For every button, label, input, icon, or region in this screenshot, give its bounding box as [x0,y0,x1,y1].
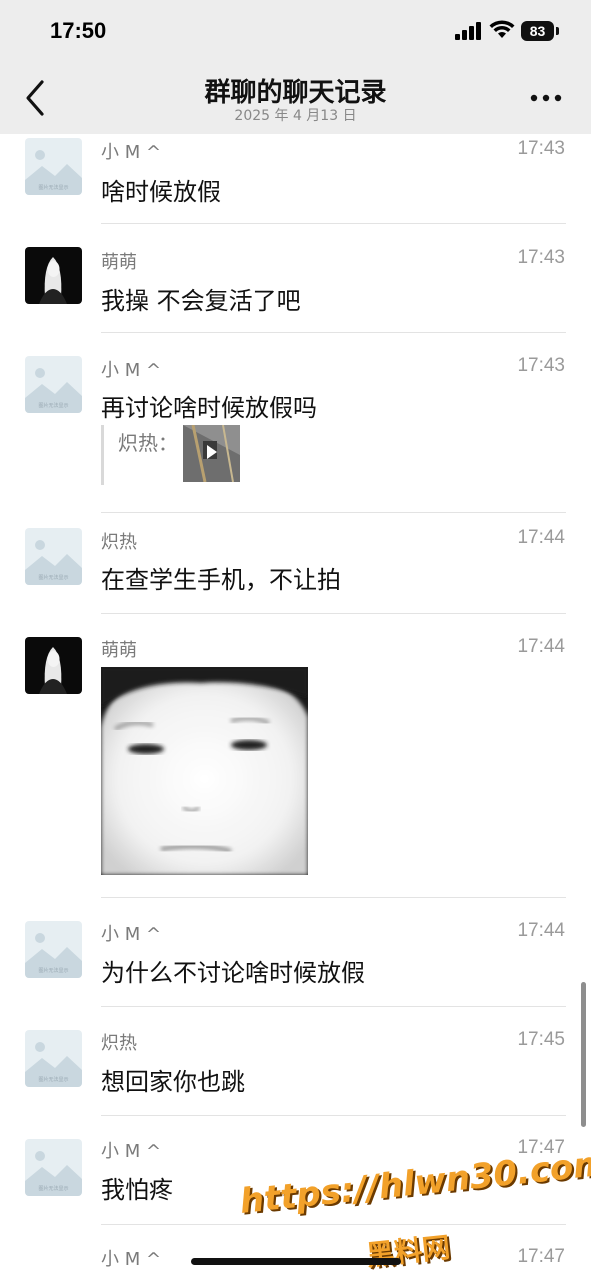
sender-name: 小 M ^ [101,1249,162,1270]
placeholder-image-avatar[interactable]: 图片无法显示 [25,528,82,585]
placeholder-caption: 图片无法显示 [38,1185,68,1192]
sender-name: 小 M ^ [101,360,162,381]
quote-sender: 炽热： [118,431,178,455]
placeholder-image-avatar[interactable]: 图片无法显示 [25,1139,82,1196]
message-text[interactable]: 再讨论啥时候放假吗 [101,388,317,423]
video-thumbnail[interactable] [183,425,240,482]
placeholder-image-avatar[interactable]: 图片无法显示 [25,356,82,413]
message-time: 17:47 [517,1246,565,1267]
sender-name: 小 M ^ [101,924,162,945]
placeholder-caption: 图片无法显示 [38,574,68,581]
message-text[interactable]: 为什么不讨论啥时候放假 [101,953,365,988]
chat-message: 小 M ^ 17:47 [0,1225,591,1280]
message-time: 17:44 [517,527,565,548]
placeholder-image-avatar[interactable]: 图片无法显示 [25,921,82,978]
message-text[interactable]: 在查学生手机，不让拍 [101,560,341,595]
message-text[interactable]: 我操 不会复活了吧 [101,281,301,316]
cellular-signal-icon [455,22,481,40]
message-time: 17:43 [517,247,565,268]
placeholder-caption: 图片无法显示 [38,1076,68,1083]
nav-bar: 群聊的聊天记录 2025 年 4 月13 日 [0,62,591,134]
message-time: 17:44 [517,920,565,941]
face-sticker-image[interactable] [101,667,308,875]
placeholder-caption: 图片无法显示 [38,967,68,974]
sender-name: 炽热 [101,1033,137,1054]
home-indicator[interactable] [191,1258,401,1265]
more-dots-icon[interactable] [528,90,564,106]
dark-portrait-avatar[interactable] [25,637,82,694]
chat-message: 图片无法显示 小 M ^ 17:43 啥时候放假 [0,134,591,224]
quoted-reply[interactable]: 炽热： [101,425,261,485]
sender-name: 小 M ^ [101,142,162,163]
placeholder-caption: 图片无法显示 [38,184,68,191]
chat-message: 图片无法显示 炽热 17:45 想回家你也跳 [0,1007,591,1116]
chat-message: 图片无法显示 小 M ^ 17:43 再讨论啥时候放假吗 炽热： [0,333,591,513]
placeholder-image-avatar[interactable]: 图片无法显示 [25,1030,82,1087]
message-time: 17:43 [517,355,565,376]
message-text[interactable]: 啥时候放假 [101,172,221,207]
chat-message: 图片无法显示 炽热 17:44 在查学生手机，不让拍 [0,513,591,614]
page-subtitle-date: 2025 年 4 月13 日 [234,108,357,124]
scrollbar[interactable] [581,982,586,1127]
message-text[interactable]: 我怕疼 [101,1170,173,1205]
status-time: 17:50 [50,18,107,43]
placeholder-caption: 图片无法显示 [38,402,68,409]
status-bar: 17:50 83 [0,0,591,62]
sender-name: 萌萌 [101,252,137,273]
battery-level: 83 [521,21,554,41]
battery-tip [556,27,559,35]
chat-message: 萌萌 17:43 我操 不会复活了吧 [0,224,591,333]
placeholder-image-avatar[interactable]: 图片无法显示 [25,138,82,195]
chat-message: 图片无法显示 小 M ^ 17:44 为什么不讨论啥时候放假 [0,898,591,1007]
sender-name: 萌萌 [101,640,137,661]
sender-name: 小 M ^ [101,1141,162,1162]
message-time: 17:43 [517,138,565,159]
dark-portrait-avatar[interactable] [25,247,82,304]
sender-name: 炽热 [101,532,137,553]
page-title: 群聊的聊天记录 [204,78,387,108]
wifi-icon [489,20,515,38]
message-time: 17:45 [517,1029,565,1050]
message-time: 17:44 [517,636,565,657]
message-text[interactable]: 想回家你也跳 [101,1062,245,1097]
